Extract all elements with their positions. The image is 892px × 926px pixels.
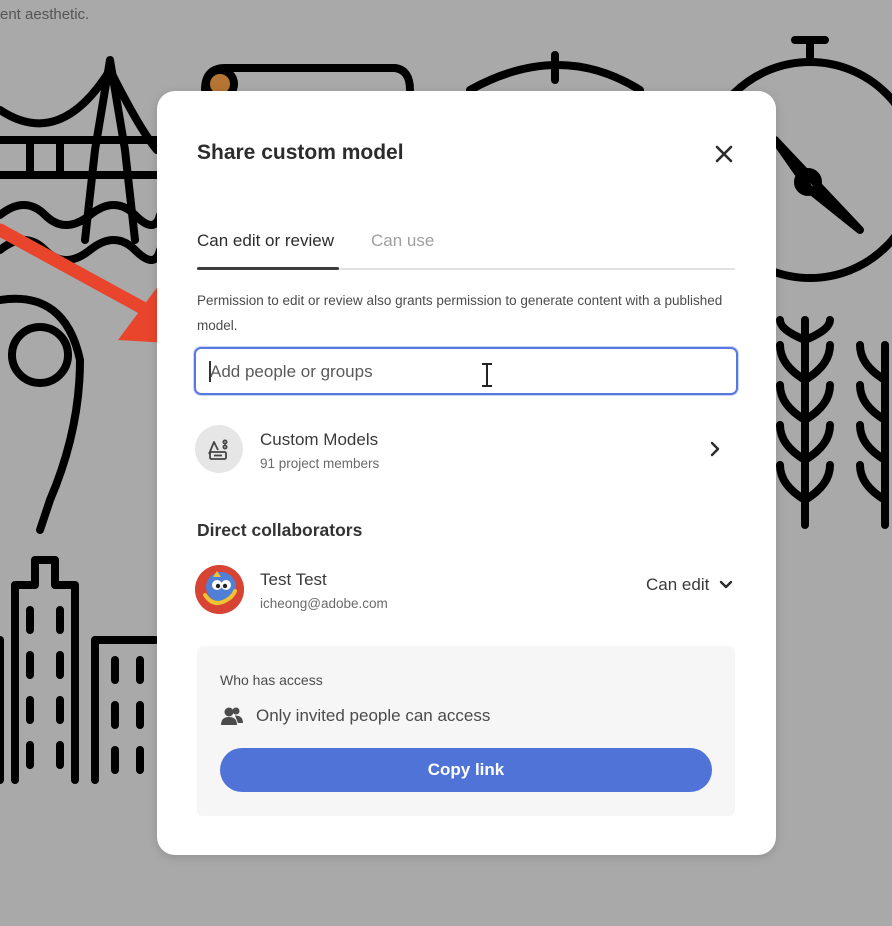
copy-link-button[interactable]: Copy link <box>220 748 712 792</box>
close-icon <box>715 145 733 163</box>
group-name: Custom Models <box>260 430 379 449</box>
access-heading: Who has access <box>220 672 323 688</box>
access-status-text: Only invited people can access <box>256 706 491 725</box>
text-caret <box>209 361 211 382</box>
access-panel: Who has access Only invited people can a… <box>197 646 735 816</box>
collaborator-name: Test Test <box>260 570 327 589</box>
tab-can-use[interactable]: Can use <box>371 231 434 251</box>
people-icon <box>221 707 243 725</box>
group-icon <box>208 439 228 460</box>
close-button[interactable] <box>709 139 739 169</box>
permission-tabs: Can edit or review Can use <box>197 223 735 271</box>
collaborator-row: Test Test icheong@adobe.com Can edit <box>195 563 741 623</box>
permission-helper-text: Permission to edit or review also grants… <box>197 293 723 333</box>
group-avatar <box>195 425 243 473</box>
modal-title: Share custom model <box>197 141 404 164</box>
chevron-down-icon <box>720 580 733 589</box>
avatar <box>195 565 244 614</box>
search-field[interactable] <box>194 347 738 395</box>
add-people-input[interactable] <box>208 349 652 395</box>
direct-collaborators-heading: Direct collaborators <box>197 520 363 540</box>
text-cursor-icon <box>482 363 492 387</box>
permission-dropdown[interactable]: Can edit <box>646 575 733 595</box>
share-modal: Share custom model Can edit or review Ca… <box>157 91 776 855</box>
chevron-right-icon <box>710 441 720 457</box>
access-status: Only invited people can access <box>220 706 490 726</box>
group-item-custom-models[interactable]: Custom Models 91 project members <box>195 423 741 483</box>
tab-active-indicator <box>197 267 339 270</box>
group-member-count: 91 project members <box>260 456 380 471</box>
permission-dropdown-label: Can edit <box>646 575 710 594</box>
tab-can-edit-or-review[interactable]: Can edit or review <box>197 231 334 251</box>
collaborator-email: icheong@adobe.com <box>260 596 388 611</box>
